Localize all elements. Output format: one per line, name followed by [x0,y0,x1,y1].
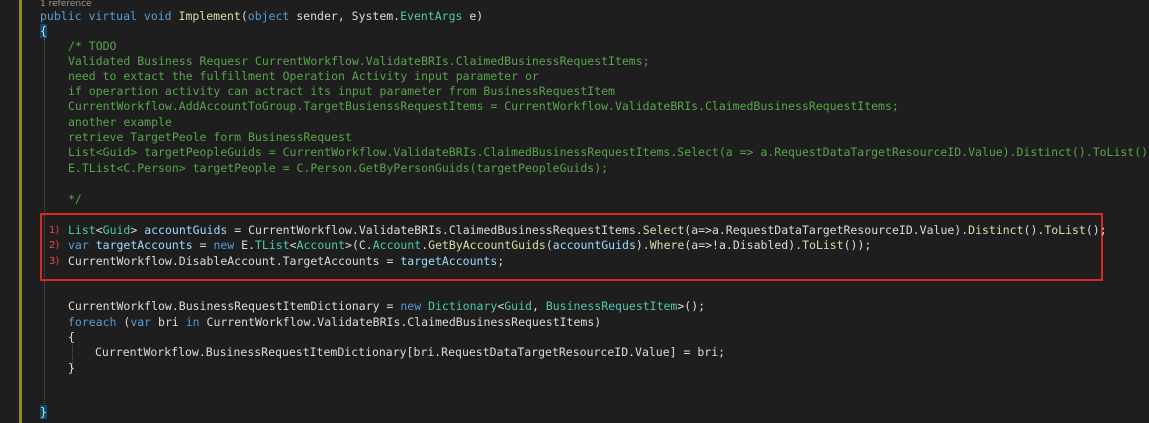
code-line-account-guids: List<Guid> accountGuids = CurrentWorkflo… [68,223,1107,238]
line-marker: 2) [49,240,60,251]
token: foreach [68,315,117,329]
comment-line: retrieve TargetPeole form BusinessReques… [68,130,352,144]
token: object [247,9,290,23]
code-editor[interactable]: 1 reference public virtual void Implemen… [0,0,1149,423]
token: Guid [102,223,131,237]
token: (). [1023,223,1045,237]
token: bri [151,315,186,329]
token: Account [296,238,346,252]
token: ; [497,254,505,268]
comment-line: need to extact the fulfillment Operation… [68,69,539,83]
token: Dictionary [428,299,498,313]
token: e) [462,9,484,23]
token: ). [635,238,650,252]
token: public [40,9,82,23]
code-line-brace: { [68,330,75,344]
token: ( [240,9,248,23]
token: CurrentWorkflow.ValidateBRIs.ClaimedBusi… [199,315,602,329]
token: List [68,223,96,237]
token: targetAccounts [95,238,193,252]
code-line-foreach: foreach (var bri in CurrentWorkflow.Vali… [68,315,601,330]
token: (a=>!a.Disabled). [684,238,803,252]
comment-line: */ [68,192,82,206]
token: Account [372,238,422,252]
code-line-target-accounts: var targetAccounts = new E.TList<Account… [68,238,871,253]
token: CurrentWorkflow.DisableAccount.TargetAcc… [68,254,401,268]
method-name: Implement [178,9,241,23]
token: E. [234,238,255,252]
comment-line: Validated Business Requesr CurrentWorkfl… [68,54,650,68]
token: >(C. [345,238,373,252]
token: var [130,315,152,329]
token: in [185,315,200,329]
code-line-assign: CurrentWorkflow.BusinessRequestItemDicti… [95,345,725,360]
method-signature: public virtual void Implement(object sen… [40,9,483,24]
type-name: EventArgs [400,9,463,23]
comment-line: List<Guid> targetPeopleGuids = CurrentWo… [68,145,1149,159]
token: ( [116,315,131,329]
token: accountGuids [144,223,228,237]
token: = CurrentWorkflow.ValidateBRIs.ClaimedBu… [227,223,643,237]
token: CurrentWorkflow.BusinessRequestItemDicti… [68,299,401,313]
token: accountGuids [552,238,636,252]
token: var [68,238,89,252]
token: virtual [88,9,137,23]
comment-line: CurrentWorkflow.AddAccountToGroup.Target… [68,99,899,113]
comment-line: another example [68,115,172,129]
token: Guid [504,299,532,313]
token: = [192,238,214,252]
token: CurrentWorkflow.BusinessRequestItemDicti… [95,345,726,359]
token: >(); [677,299,706,313]
matching-brace: { [40,24,47,38]
token: ToList [802,238,844,252]
token: ( [545,238,553,252]
token: Select [642,223,685,237]
token: ()); [843,238,872,252]
token: void [143,9,172,23]
comment-line: E.TList<C.Person> targetPeople = C.Perso… [68,161,609,175]
close-brace-line: } [40,405,47,420]
open-brace-line: { [40,24,47,39]
token: targetAccounts [400,254,498,268]
token: (); [1085,223,1107,237]
token: sender, System. [289,9,401,23]
token: GetByAccountGuids [428,238,546,252]
matching-brace: } [40,405,47,419]
token: > [130,223,145,237]
token: new [400,299,422,313]
token: , [531,299,546,313]
token: TList [255,238,290,252]
token: new [213,238,235,252]
code-line-dictionary: CurrentWorkflow.BusinessRequestItemDicti… [68,299,705,314]
comment-line: /* TODO [68,39,117,53]
token: Where [649,238,685,252]
comment-line: if operartion activity can actract its i… [68,84,615,98]
token: BusinessRequestItem [545,299,678,313]
line-marker: 1) [49,225,60,236]
token: (a=>a.RequestDataTargetResourceID.Value)… [684,223,969,237]
line-marker: 3) [49,256,60,267]
code-line-brace: } [68,361,75,375]
token: Distinct [968,223,1024,237]
token: < [95,223,103,237]
change-indicator-bar [19,0,22,423]
token: ToList [1044,223,1086,237]
token: < [289,238,297,252]
code-line-disable-account: CurrentWorkflow.DisableAccount.TargetAcc… [68,254,504,269]
